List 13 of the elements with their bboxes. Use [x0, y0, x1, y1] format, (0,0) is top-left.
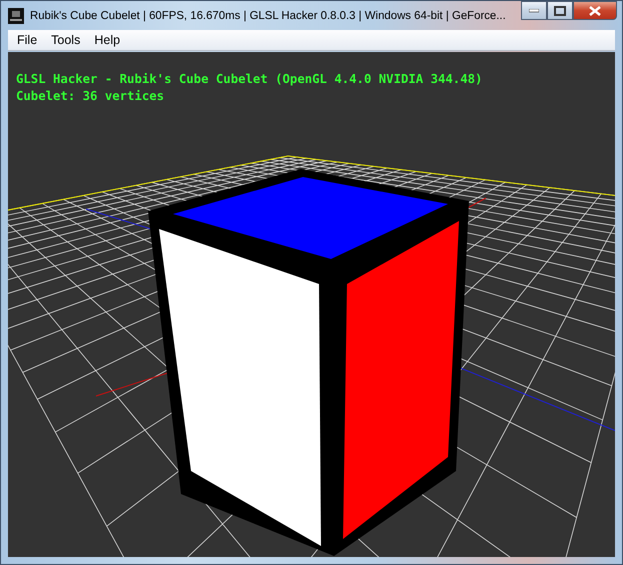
minimize-button[interactable] [521, 1, 547, 20]
close-button[interactable] [573, 1, 617, 20]
menu-item[interactable]: File [10, 33, 44, 47]
maximize-icon [554, 6, 566, 16]
minimize-icon [529, 8, 539, 12]
close-icon [589, 6, 601, 16]
menu-item[interactable]: Help [87, 33, 128, 47]
overlay-text: Cubelet: 36 vertices [16, 89, 166, 103]
maximize-button[interactable] [547, 1, 573, 20]
overlay-text: GLSL Hacker - Rubik's Cube Cubelet (OpenGL 4.4.0 NVIDIA 344.48) [16, 72, 482, 86]
window-title: Rubik's Cube Cubelet | 60FPS, 16.670ms | GLSL Hacker 0.8.0.3 | Windows 64-bit | GeForce... [30, 10, 506, 22]
app-icon [8, 8, 24, 24]
menu-item[interactable]: Tools [44, 33, 88, 47]
